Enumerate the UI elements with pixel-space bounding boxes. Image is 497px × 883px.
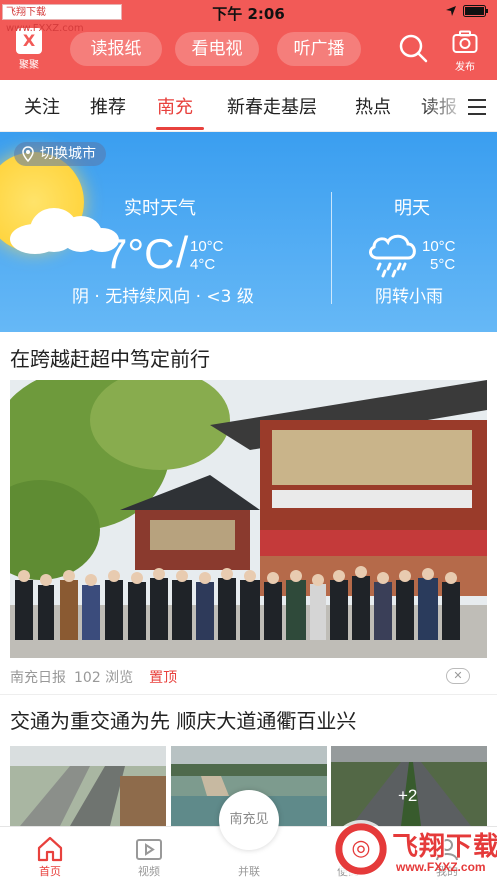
publish-label: 发布 [455,62,475,73]
watermark-logo: ◎ [332,820,390,878]
weather-card[interactable]: 切换城市 实时天气 7°C / 10°C 4°C 阴 · 无持续风向 · <3 … [0,132,497,332]
rain-cloud-icon [369,234,416,278]
watermark-top-left: 飞翔下载 www.FXXZ.com [2,4,122,34]
menu-icon[interactable] [466,98,488,116]
weather-tomorrow-label: 明天 [394,198,430,219]
article-views: 102 浏览 [74,670,134,686]
weather-now-high: 10°C [190,238,224,255]
article-source: 南充日报 [10,670,66,686]
tab-follow[interactable]: 关注 [24,93,60,119]
nav-home-label: 首页 [39,865,61,878]
nav-home[interactable]: 首页 [20,835,80,879]
weather-temp-slash: / [176,228,189,277]
article-cover-photo[interactable] [10,380,487,658]
road-photo [10,746,166,826]
location-pin-icon [22,146,34,162]
video-icon [136,839,162,860]
nav-center-label: 并联 [238,865,260,878]
channel-tabs: 关注 推荐 南充 新春走基层 热点 读报 [0,80,497,132]
pinned-badge: 置顶 [149,670,178,686]
tab-nanchong[interactable]: 南充 [157,93,193,119]
search-icon[interactable] [398,33,428,63]
tab-fade [420,80,470,131]
battery-icon [463,5,488,17]
weather-now-low: 4°C [190,256,216,273]
switch-city-label: 切换城市 [40,146,96,162]
divider [0,694,497,695]
dismiss-article-button[interactable]: ✕ [446,668,470,684]
app-logo-label: 聚聚 [19,60,39,71]
weather-now-label: 实时天气 [124,198,196,219]
article-meta: 南充日报 102 浏览 置顶 [10,667,177,687]
weather-tomorrow-desc: 阴转小雨 [375,287,443,307]
read-newspaper-button[interactable]: 读报纸 [70,32,162,66]
tab-new-year[interactable]: 新春走基层 [227,93,317,119]
weather-tomorrow-high: 10°C [422,238,456,255]
center-badge-button[interactable]: 南充见 [219,790,279,850]
location-arrow-icon [446,6,456,16]
article-title[interactable]: 交通为重交通为先 顺庆大道通衢百业兴 [10,705,356,734]
publish-button[interactable]: 发布 [446,30,484,73]
nav-video-label: 视频 [138,865,160,878]
weather-tomorrow-low: 5°C [430,256,456,273]
watermark-brand: 飞翔下载 [392,832,497,862]
article-thumbnail[interactable] [10,746,166,826]
more-images-count: +2 [398,786,418,805]
watch-tv-button[interactable]: 看电视 [175,32,259,66]
listen-radio-button[interactable]: 听广播 [277,32,361,66]
home-icon [37,836,63,862]
tab-recommend[interactable]: 推荐 [90,93,126,119]
watermark-bottom-right: ◎ 飞翔下载 www.FXXZ.com [330,820,497,880]
switch-city-button[interactable]: 切换城市 [14,142,106,166]
weather-now-desc: 阴 · 无持续风向 · <3 级 [72,287,254,307]
watermark-url: www.FXXZ.com [396,860,486,874]
tab-hot[interactable]: 热点 [355,93,391,119]
status-icons [445,5,489,17]
article-title[interactable]: 在跨越赶超中笃定前行 [10,343,210,372]
active-tab-underline [156,127,204,130]
camera-icon [452,30,478,53]
article-photo [10,380,487,658]
nav-video[interactable]: 视频 [119,835,179,879]
weather-now-temp: 7°C [104,230,175,277]
weather-divider [331,192,332,304]
